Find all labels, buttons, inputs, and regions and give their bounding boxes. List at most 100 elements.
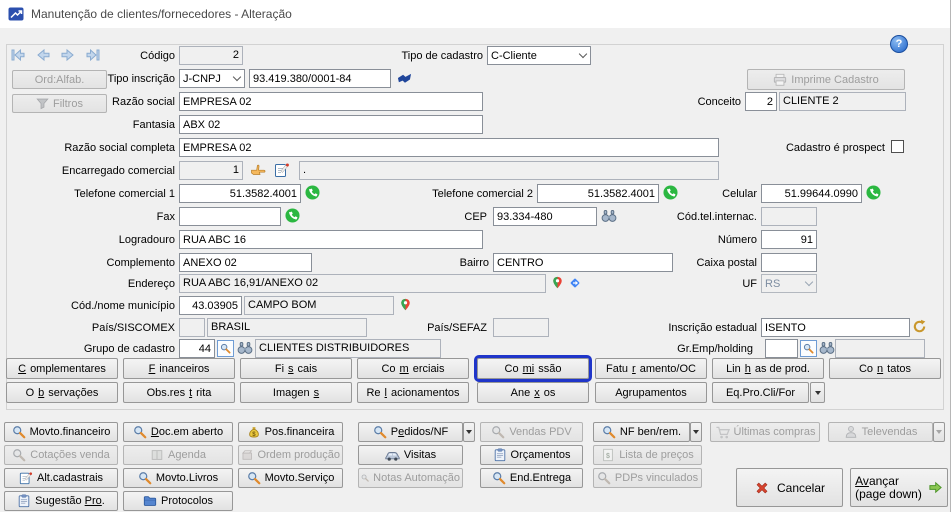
tab-contatos[interactable]: Co n tatos (829, 358, 941, 379)
edit-note-icon[interactable] (274, 162, 290, 178)
tab-fiscais[interactable]: Fi s cais (240, 358, 352, 379)
movto-servico-button[interactable]: Movto.Serviço (238, 468, 343, 488)
conceito-code-input[interactable] (745, 92, 777, 111)
codigo-label: Código (140, 50, 175, 62)
gr-emp-holding-desc-field (835, 339, 925, 358)
doc-em-aberto-button[interactable]: Doc.em aberto (123, 422, 233, 442)
cep-input[interactable] (493, 207, 597, 226)
numero-input[interactable] (761, 230, 817, 249)
complemento-input[interactable] (179, 253, 312, 272)
pdps-vinculados-button: PDPs vinculados (593, 468, 702, 488)
grupo-cadastro-code-input[interactable] (179, 339, 215, 358)
tab-relacionamentos[interactable]: Re l acionamentos (357, 382, 469, 403)
pedidos-nf-button[interactable]: Pedidos/NF (358, 422, 463, 442)
binoculars-icon[interactable] (237, 340, 253, 356)
telefone2-label: Telefone comercial 2 (432, 188, 533, 200)
alt-cadastrais-button[interactable]: Alt.cadastrais (4, 468, 118, 488)
grupo-cadastro-desc-field: CLIENTES DISTRIBUIDORES (255, 339, 441, 358)
ultimas-compras-button: Últimas compras (710, 422, 820, 442)
pos-financeira-button[interactable]: Pos.financeira (238, 422, 343, 442)
prospect-checkbox[interactable] (891, 140, 904, 153)
cotacoes-venda-button: Cotações venda (4, 445, 118, 465)
numero-label: Número (717, 234, 757, 246)
app-window: Manutenção de clientes/fornecedores - Al… (0, 0, 951, 512)
notas-automacao-button: Notas Automação (358, 468, 463, 488)
caixa-postal-input[interactable] (761, 253, 817, 272)
razao-completa-input[interactable] (179, 138, 719, 157)
help-icon[interactable]: ? (890, 35, 908, 53)
logradouro-input[interactable] (179, 230, 483, 249)
celular-input[interactable] (761, 184, 862, 203)
fax-label: Fax (156, 211, 175, 223)
whatsapp-icon[interactable] (285, 208, 300, 223)
window-title: Manutenção de clientes/fornecedores - Al… (31, 7, 292, 21)
razao-social-label: Razão social (112, 96, 175, 108)
tipo-cadastro-select[interactable]: C-Cliente (487, 46, 591, 65)
imprime-cadastro-button: Imprime Cadastro (747, 69, 905, 90)
advance-button[interactable]: Avançar (page down) (850, 468, 948, 507)
lookup-magnifier-icon[interactable] (800, 340, 817, 357)
nf-ben-rem-button[interactable]: NF ben/rem. (593, 422, 690, 442)
bairro-label: Bairro (459, 257, 489, 269)
tab-anexos[interactable]: Ane x os (477, 382, 589, 403)
pedidos-nf-dropdown-arrow[interactable] (463, 422, 475, 442)
fantasia-input[interactable] (179, 115, 483, 134)
tab-complementares[interactable]: Complementares (6, 358, 118, 379)
tab-agrupamentos[interactable]: Agrupamentos (595, 382, 707, 403)
logradouro-label: Logradouro (118, 234, 175, 246)
title-bar: Manutenção de clientes/fornecedores - Al… (0, 0, 950, 28)
pais-siscomex-name-field: BRASIL (207, 318, 367, 337)
celular-label: Celular (722, 188, 757, 200)
movto-financeiro-button[interactable]: Movto.financeiro (4, 422, 118, 442)
pais-sefaz-label: País/SEFAZ (427, 322, 487, 334)
pointing-hand-icon[interactable] (250, 162, 266, 178)
tipo-inscricao-select[interactable]: J-CNPJ (179, 69, 245, 88)
directions-icon[interactable] (567, 275, 583, 291)
sync-gold-icon[interactable] (912, 319, 927, 334)
tab-obs-restrita[interactable]: Obs.res t rita (123, 382, 235, 403)
lookup-magnifier-icon[interactable] (217, 340, 234, 357)
tab-comissao[interactable]: Co mi ssão (474, 355, 592, 382)
uf-label: UF (742, 278, 757, 290)
gr-emp-holding-input[interactable] (765, 339, 798, 358)
tab-faturamento-oc[interactable]: Fatu r amento/OC (595, 358, 707, 379)
cnpj-input[interactable] (249, 69, 391, 88)
tab-eq-pro-dropdown-arrow[interactable] (810, 382, 825, 403)
tab-financeiros[interactable]: Financeiros (123, 358, 235, 379)
fax-input[interactable] (179, 207, 281, 226)
sugestao-pro-button[interactable]: Sugestão Pro. (4, 491, 118, 511)
encarregado-label: Encarregado comercial (61, 165, 175, 177)
maps-pin-icon[interactable] (551, 274, 564, 291)
end-entrega-button[interactable]: End.Entrega (480, 468, 583, 488)
cep-label: CEP (464, 211, 487, 223)
cancel-button[interactable]: Cancelar (736, 468, 843, 507)
tab-observacoes[interactable]: Ob servações (6, 382, 118, 403)
municipio-code-input[interactable] (179, 296, 242, 315)
vendas-pdv-button: Vendas PDV (480, 422, 583, 442)
agenda-button: Agenda (123, 445, 233, 465)
endereco-label: Endereço (127, 278, 175, 290)
telefone1-input[interactable] (179, 184, 301, 203)
nf-ben-rem-dropdown-arrow[interactable] (690, 422, 702, 442)
whatsapp-icon[interactable] (305, 185, 320, 200)
orcamentos-button[interactable]: Orçamentos (480, 445, 583, 465)
maps-pin-icon[interactable] (399, 296, 412, 313)
tab-imagens[interactable]: Imagen s (240, 382, 352, 403)
televendas-dropdown-arrow (933, 422, 945, 442)
binoculars-icon[interactable] (819, 340, 835, 356)
tab-comerciais[interactable]: Co m erciais (357, 358, 469, 379)
visitas-button[interactable]: Visitas (358, 445, 463, 465)
endereco-field: RUA ABC 16,91/ANEXO 02 (179, 274, 546, 293)
tab-linhas-de-prod[interactable]: Lin h as de prod. (712, 358, 824, 379)
prospect-label: Cadastro é prospect (785, 142, 885, 154)
movto-livros-button[interactable]: Movto.Livros (123, 468, 233, 488)
receita-federal-icon[interactable] (397, 71, 412, 86)
whatsapp-icon[interactable] (866, 185, 881, 200)
chevron-down-icon (804, 277, 814, 286)
tab-eq-pro-cli-for[interactable]: Eq.Pro.Cli/For (712, 382, 809, 403)
uf-select: RS (761, 274, 817, 293)
inscricao-estadual-input[interactable] (761, 318, 910, 337)
protocolos-button[interactable]: Protocolos (123, 491, 233, 511)
green-arrow-icon (928, 480, 943, 495)
razao-social-input[interactable] (179, 92, 483, 111)
